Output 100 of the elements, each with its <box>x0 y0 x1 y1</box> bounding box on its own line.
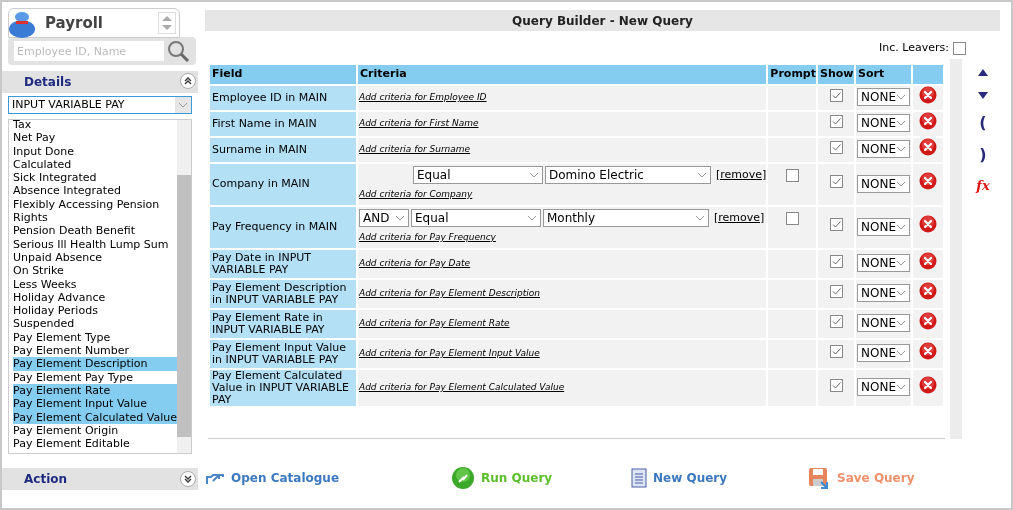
operator-select[interactable]: Equal <box>411 208 541 227</box>
value-select[interactable]: Domino Electric <box>545 165 711 184</box>
action-link[interactable]: New Query <box>653 469 728 487</box>
sort-select[interactable]: NONE <box>857 284 910 303</box>
table-select[interactable]: INPUT VARIABLE PAY <box>8 96 192 114</box>
value-select[interactable]: Monthly <box>543 208 709 227</box>
delete-icon[interactable] <box>919 251 937 270</box>
delete-icon[interactable] <box>919 281 937 300</box>
add-criteria-link[interactable]: Add criteria for Pay Element Calculated Value <box>359 381 565 395</box>
search-field[interactable]: Employee ID, Name <box>14 41 164 61</box>
delete-icon[interactable] <box>919 341 937 360</box>
field-list-item[interactable]: Pay Element Rate <box>13 383 177 398</box>
checkbox[interactable] <box>953 41 966 55</box>
remove-link[interactable]: [remove] <box>716 166 767 183</box>
move-down-icon[interactable] <box>978 91 988 99</box>
delete-icon[interactable] <box>919 215 937 234</box>
sort-select[interactable]: NONE <box>857 217 910 236</box>
delete-icon[interactable] <box>919 111 937 130</box>
delete-icon[interactable] <box>919 311 937 330</box>
sort-select[interactable]: NONE <box>857 254 910 273</box>
add-criteria-link[interactable]: Add criteria for Company <box>359 187 473 202</box>
checkbox[interactable] <box>829 344 843 358</box>
inc-leavers-label: Inc. Leavers: <box>879 40 949 56</box>
function-button[interactable]: fx <box>976 178 990 192</box>
chevron-down-icon <box>896 120 906 127</box>
sort-select[interactable]: NONE <box>857 344 910 363</box>
sort-select[interactable]: NONE <box>857 88 910 107</box>
checkbox[interactable] <box>829 378 843 392</box>
checkbox[interactable] <box>829 114 843 128</box>
field-list-item[interactable]: Flexibly Accessing Pension <box>13 197 177 212</box>
field-list-item[interactable]: Pay Element Origin <box>13 423 177 438</box>
add-criteria-link[interactable]: Add criteria for Pay Element Input Value <box>359 347 540 361</box>
field-list-item[interactable]: Sick Integrated <box>13 171 177 185</box>
add-criteria-link[interactable]: Add criteria for Employee ID <box>359 91 487 105</box>
checkbox[interactable] <box>829 284 843 298</box>
field-list-item[interactable]: Unpaid Absence <box>13 250 177 265</box>
move-up-icon[interactable] <box>978 68 988 76</box>
add-criteria-link[interactable]: Add criteria for Pay Frequency <box>359 230 496 245</box>
checkbox[interactable] <box>829 140 843 154</box>
details-header[interactable]: Details <box>2 71 198 93</box>
field-list-item[interactable]: Pay Element Input Value <box>13 397 177 411</box>
checkbox[interactable] <box>785 211 799 225</box>
connector-select[interactable]: AND <box>359 208 409 227</box>
field-list-item[interactable]: Pay Element Description <box>13 357 177 371</box>
checkbox[interactable] <box>829 88 843 102</box>
field-list-item[interactable]: Input Done <box>13 144 177 158</box>
delete-icon[interactable] <box>919 375 937 394</box>
expand-icon[interactable] <box>180 471 196 487</box>
app-switch-icon[interactable] <box>158 12 176 34</box>
collapse-icon[interactable] <box>180 73 196 89</box>
chevron-down-icon <box>395 214 405 221</box>
field-cell: Pay Frequency in MAIN <box>209 205 357 249</box>
operator-select[interactable]: Equal <box>413 165 543 184</box>
field-list-item[interactable]: Pension Death Benefit <box>13 224 177 238</box>
field-list-item[interactable]: Pay Element Number <box>13 344 177 358</box>
field-list-item[interactable]: Suspended <box>13 317 177 331</box>
field-list-item[interactable]: On Strike <box>13 264 177 278</box>
add-criteria-link[interactable]: Add criteria for Surname <box>359 143 471 157</box>
chevron-down-icon <box>896 384 906 391</box>
action-header[interactable]: Action <box>2 468 198 490</box>
field-list-item[interactable]: Less Weeks <box>13 277 177 291</box>
sort-select[interactable]: NONE <box>857 140 910 159</box>
chevron-down-icon <box>896 94 906 101</box>
field-list-item[interactable]: Holiday Periods <box>13 304 177 318</box>
checkbox[interactable] <box>829 218 843 232</box>
field-list-item[interactable]: Tax <box>13 120 177 132</box>
chevron-down-icon <box>896 350 906 357</box>
add-criteria-link[interactable]: Add criteria for First Name <box>359 117 479 131</box>
column-header: Sort <box>855 63 912 85</box>
scrollbar[interactable] <box>177 120 191 453</box>
remove-link[interactable]: [remove] <box>714 209 765 226</box>
delete-icon[interactable] <box>919 137 937 156</box>
add-criteria-link[interactable]: Add criteria for Pay Date <box>359 257 471 271</box>
sort-select[interactable]: NONE <box>857 314 910 333</box>
document-icon <box>631 468 647 488</box>
delete-icon[interactable] <box>919 85 937 104</box>
add-criteria-link[interactable]: Add criteria for Pay Element Description <box>359 287 540 301</box>
delete-icon[interactable] <box>919 172 937 191</box>
field-list-item[interactable]: Holiday Advance <box>13 290 177 305</box>
field-list-item[interactable]: Absence Integrated <box>13 184 177 198</box>
field-list-item[interactable]: Pay Element Pay Type <box>13 370 177 384</box>
checkbox[interactable] <box>829 175 843 189</box>
field-list-item[interactable]: Net Pay <box>13 131 177 145</box>
sort-select[interactable]: NONE <box>857 378 910 397</box>
checkbox[interactable] <box>785 168 799 182</box>
checkbox[interactable] <box>829 254 843 268</box>
search-icon[interactable] <box>166 39 190 63</box>
field-list-item[interactable]: Rights <box>13 211 177 225</box>
field-list-item[interactable]: Serious Ill Health Lump Sum <box>13 237 177 251</box>
sort-select[interactable]: NONE <box>857 114 910 133</box>
field-list-item[interactable]: Pay Element Editable <box>13 437 177 451</box>
action-link[interactable]: Open Catalogue <box>231 469 340 487</box>
checkbox[interactable] <box>829 314 843 328</box>
sort-select[interactable]: NONE <box>857 174 910 193</box>
field-list-item[interactable]: Calculated <box>13 157 177 172</box>
app-title: Payroll <box>45 12 103 34</box>
add-criteria-link[interactable]: Add criteria for Pay Element Rate <box>359 317 510 331</box>
parenthesis-button[interactable]: ( <box>979 114 987 131</box>
field-list-item[interactable]: Pay Element Type <box>13 330 177 345</box>
parenthesis-button[interactable]: ) <box>979 146 987 163</box>
